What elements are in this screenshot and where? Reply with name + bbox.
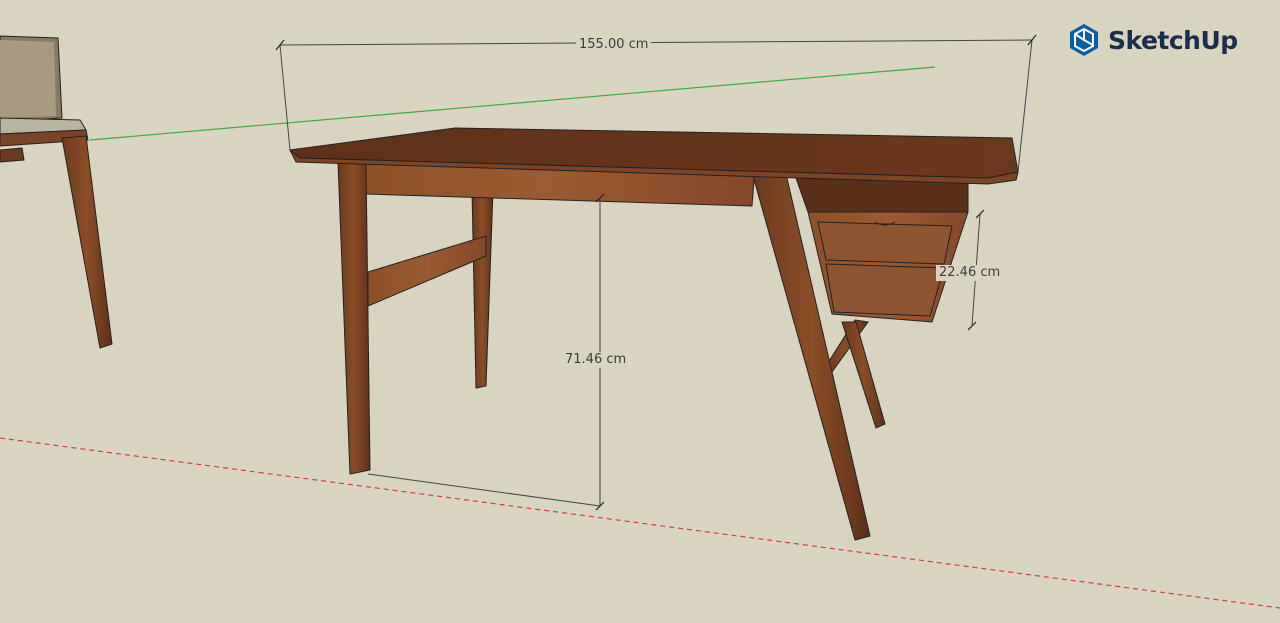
model-viewport[interactable]: 155.00 cm 71.46 cm 22.46 cm SketchUp xyxy=(0,0,1280,618)
sketchup-logo-icon xyxy=(1070,24,1098,56)
red-axis xyxy=(0,437,1280,609)
scene-canvas[interactable] xyxy=(0,0,1280,618)
chair-model[interactable] xyxy=(0,35,113,349)
sketchup-logo: SketchUp xyxy=(1068,22,1238,58)
dimension-height-label: 71.46 cm xyxy=(562,352,630,368)
app-name: SketchUp xyxy=(1108,25,1238,55)
dimension-width-label: 155.00 cm xyxy=(576,37,652,53)
dimension-drawer-label: 22.46 cm xyxy=(936,265,1004,281)
